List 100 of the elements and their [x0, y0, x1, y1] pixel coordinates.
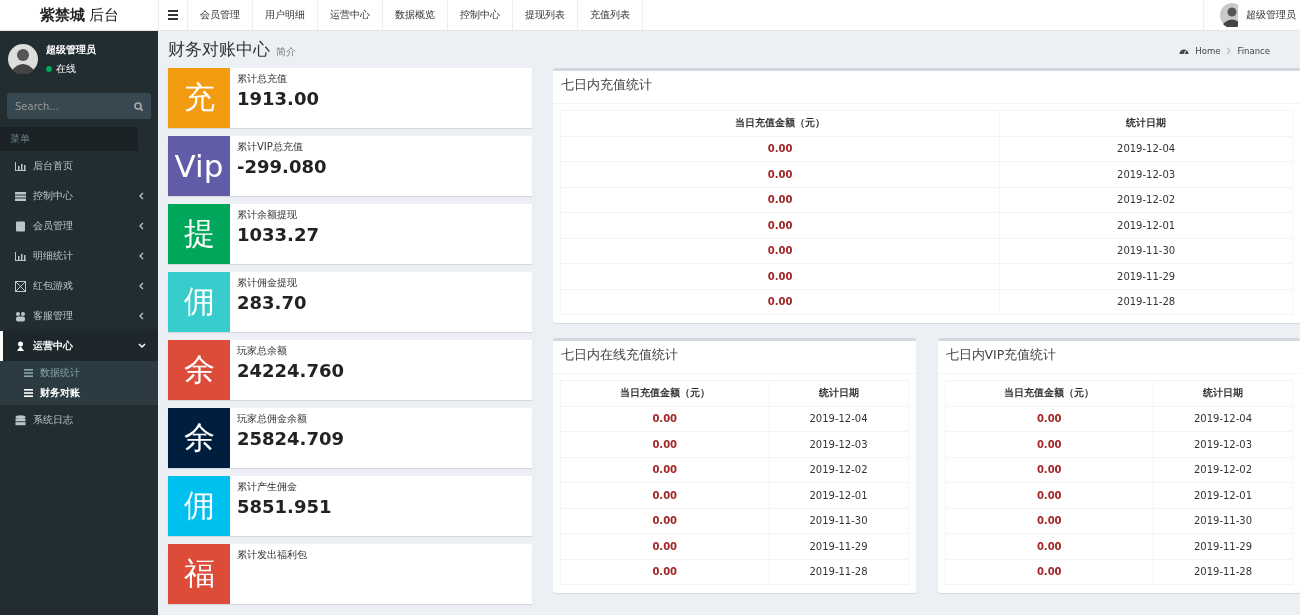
column-header: 统计日期 [999, 110, 1293, 136]
stat-icon-tile: 佣 [168, 476, 230, 536]
panel-title: 七日内VIP充值统计 [937, 341, 1300, 374]
menu-icon [168, 10, 178, 20]
chevron-left-icon [138, 222, 146, 230]
table-cell: 2019-11-30 [769, 508, 908, 534]
nav-link[interactable]: 控制中心 [448, 0, 513, 30]
table-cell: 2019-11-28 [769, 559, 908, 585]
table-cell: 2019-12-02 [999, 187, 1293, 213]
sidebar-item[interactable]: 运营中心 [0, 331, 158, 361]
chevron-left-icon [138, 252, 146, 260]
breadcrumb-link[interactable]: Home [1195, 46, 1221, 56]
table-cell: 0.00 [560, 457, 769, 483]
stat-value: 1033.27 [237, 224, 319, 245]
page-subtitle: 简介 [276, 45, 296, 59]
status-indicator: 在线 [46, 61, 96, 76]
table-cell: 2019-11-29 [999, 263, 1293, 289]
chart-icon [15, 250, 26, 262]
table-cell: 2019-12-01 [999, 212, 1293, 238]
sidebar-item[interactable]: 系统日志 [0, 405, 158, 435]
column-header: 当日充值金额（元） [560, 110, 1000, 136]
stat-icon-tile: 佣 [168, 272, 230, 332]
table-cell: 2019-12-03 [1153, 431, 1293, 457]
table-cell: 2019-12-04 [769, 406, 908, 432]
table-cell: 2019-12-02 [1153, 457, 1293, 483]
table-cell: 0.00 [945, 559, 1154, 585]
stat-label: 累计总充值 [237, 72, 288, 86]
nav-link[interactable]: 会员管理 [188, 0, 253, 30]
user-menu[interactable]: 超级管理员 [1203, 0, 1300, 30]
table-cell: 0.00 [560, 508, 769, 534]
table-cell: 0.00 [560, 533, 769, 559]
stat-value: 1913.00 [237, 88, 319, 109]
table-cell: 0.00 [945, 533, 1154, 559]
table-cell: 2019-12-04 [999, 136, 1293, 162]
chevron-down-icon [138, 342, 146, 350]
submenu-item[interactable]: 数据统计 [0, 363, 158, 383]
sidebar-item[interactable]: 红包游戏 [0, 271, 158, 301]
stat-label: 累计产生佣金 [237, 480, 298, 494]
app-logo[interactable]: 紫禁城 后台 [0, 0, 159, 30]
stat-label: 累计佣金提现 [237, 276, 298, 290]
search-input[interactable]: Search... [15, 93, 134, 119]
table-cell: 2019-12-04 [1153, 406, 1293, 432]
stat-value: 283.70 [237, 292, 307, 313]
table-cell: 2019-12-01 [1153, 482, 1293, 508]
search-icon [134, 101, 143, 111]
stat-value: 25824.709 [237, 428, 345, 449]
table-cell: 0.00 [560, 187, 1000, 213]
table-cell: 2019-12-03 [769, 431, 908, 457]
column-header: 统计日期 [1153, 380, 1293, 406]
section-header: 菜单 [0, 127, 138, 151]
figure-icon [15, 340, 26, 352]
nav-link[interactable]: 数据概览 [383, 0, 448, 30]
breadcrumb-link[interactable]: Finance [1237, 46, 1270, 56]
table-cell: 0.00 [560, 212, 1000, 238]
user-name: 超级管理员 [46, 42, 96, 57]
nav-link[interactable]: 用户明细 [253, 0, 318, 30]
stat-icon-tile: 提 [168, 204, 230, 264]
table-cell: 0.00 [560, 431, 769, 457]
frame-icon [15, 280, 26, 292]
sidebar-item[interactable]: 客服管理 [0, 301, 158, 331]
sidebar-item[interactable]: 后台首页 [0, 151, 158, 181]
chevron-right-icon [1226, 47, 1232, 55]
table-cell: 2019-11-28 [1153, 559, 1293, 585]
table-cell: 2019-11-29 [769, 533, 908, 559]
submenu-item[interactable]: 财务对账 [0, 383, 158, 403]
group-icon [15, 310, 26, 322]
stat-label: 累计余额提现 [237, 208, 298, 222]
list-icon [24, 369, 33, 377]
table-cell: 0.00 [560, 406, 769, 432]
stat-label: 累计发出福利包 [237, 548, 307, 562]
search-field[interactable]: Search... [7, 93, 151, 119]
nav-link[interactable]: 提现列表 [513, 0, 578, 30]
nav-link[interactable]: 充值列表 [578, 0, 643, 30]
table-cell: 0.00 [945, 508, 1154, 534]
table-cell: 2019-11-29 [1153, 533, 1293, 559]
page-title: 财务对账中心 [168, 38, 270, 61]
chevron-left-icon [138, 312, 146, 320]
stat-label: 累计VIP总充值 [237, 140, 304, 154]
panel-title: 七日内充值统计 [553, 71, 1300, 104]
sidebar-item[interactable]: 明细统计 [0, 241, 158, 271]
table-cell: 2019-11-30 [1153, 508, 1293, 534]
sidebar-item[interactable]: 会员管理 [0, 211, 158, 241]
database-icon [15, 414, 26, 426]
stat-value: -299.080 [237, 156, 327, 177]
table-cell: 0.00 [560, 559, 769, 585]
table-cell: 0.00 [560, 136, 1000, 162]
nav-link[interactable]: 运营中心 [318, 0, 383, 30]
sidebar-item[interactable]: 控制中心 [0, 181, 158, 211]
stat-icon-tile: 福 [168, 544, 230, 604]
stat-icon-tile: 充 [168, 68, 230, 128]
table-cell: 2019-11-28 [999, 289, 1293, 315]
table-cell: 0.00 [560, 161, 1000, 187]
stat-icon-tile: 余 [168, 408, 230, 468]
table-cell: 2019-12-02 [769, 457, 908, 483]
table-cell: 0.00 [945, 406, 1154, 432]
table-cell: 0.00 [560, 238, 1000, 264]
table-cell: 2019-11-30 [999, 238, 1293, 264]
panel-title: 七日内在线充值统计 [553, 341, 916, 374]
stat-icon-tile: Vip [168, 136, 230, 196]
stat-value: 24224.760 [237, 360, 345, 381]
